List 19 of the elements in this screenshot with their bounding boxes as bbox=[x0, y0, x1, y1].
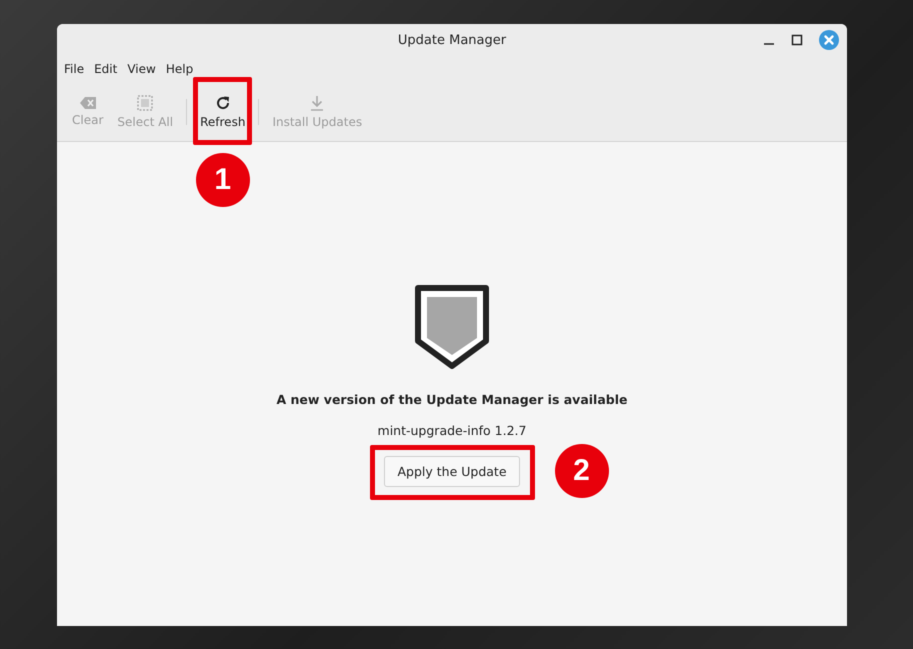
update-heading: A new version of the Update Manager is available bbox=[276, 392, 628, 407]
step-number: 1 bbox=[196, 152, 250, 206]
menu-item[interactable]: Edit bbox=[89, 62, 122, 82]
menu-item[interactable]: View bbox=[122, 62, 161, 82]
select-all-icon bbox=[137, 94, 154, 110]
apply-update-button[interactable]: Apply the Update bbox=[384, 456, 520, 487]
toolbar-button[interactable]: Refresh bbox=[193, 90, 252, 132]
window-title: Update Manager bbox=[398, 32, 506, 48]
backspace-icon bbox=[80, 96, 96, 108]
shield-icon bbox=[415, 285, 489, 369]
close-icon[interactable] bbox=[819, 30, 839, 50]
menu-item[interactable]: Help bbox=[160, 62, 198, 82]
version-label: mint-upgrade-info 1.2.7 bbox=[378, 423, 526, 438]
download-icon bbox=[310, 94, 324, 110]
maximize-icon[interactable] bbox=[791, 34, 803, 46]
refresh-icon bbox=[214, 94, 231, 110]
highlight-box bbox=[193, 76, 252, 144]
menu-item[interactable]: File bbox=[59, 62, 90, 82]
step-number: 2 bbox=[554, 444, 609, 498]
